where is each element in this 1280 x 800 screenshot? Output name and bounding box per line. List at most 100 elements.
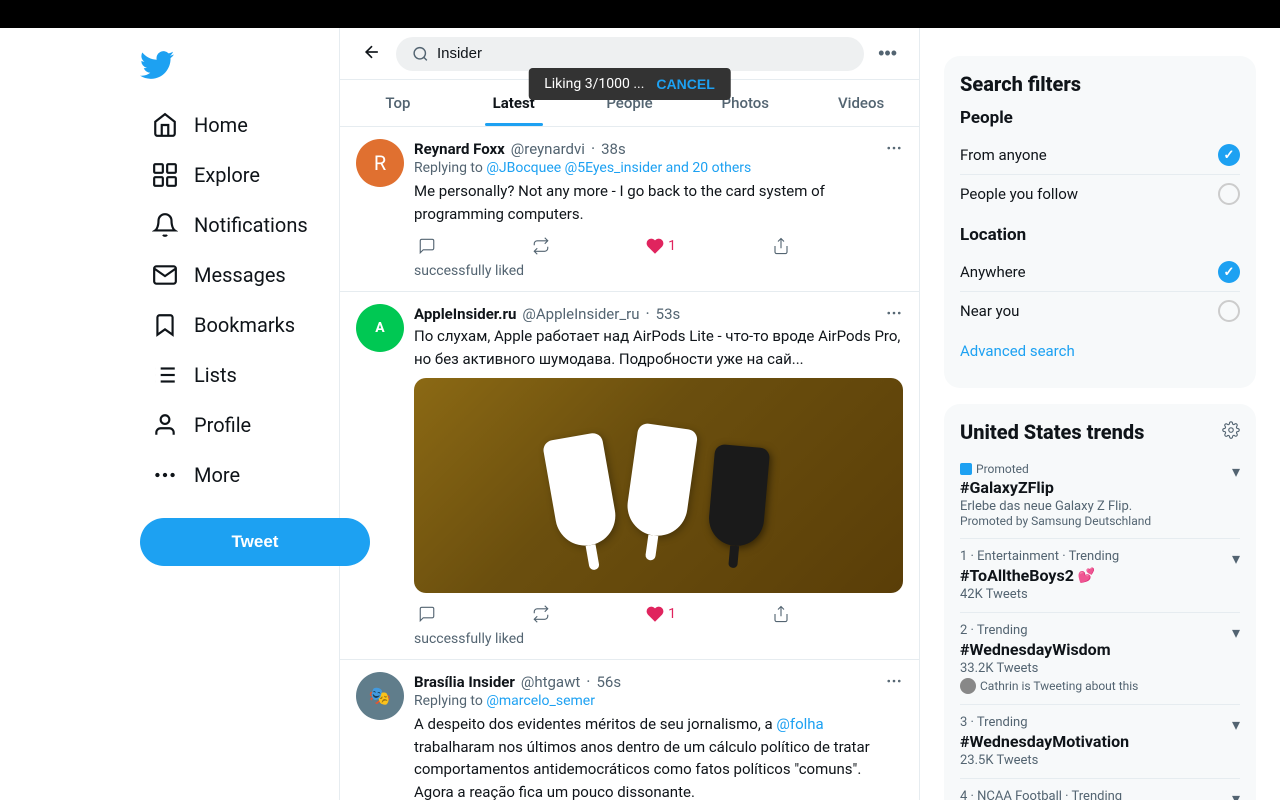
sidebar-item-more[interactable]: More <box>140 452 339 498</box>
trends-section: United States trends Promoted #GalaxyZFl… <box>944 404 1256 800</box>
tweet-like-count-2: 1 <box>668 606 676 622</box>
tweet-more-button-1[interactable] <box>885 139 903 162</box>
twitter-logo[interactable] <box>140 48 174 86</box>
tweet-reply-handle-3[interactable]: @marcelo_semer <box>486 693 595 709</box>
back-button[interactable] <box>356 36 388 71</box>
trend-chevron-4[interactable]: ▾ <box>1232 715 1240 734</box>
tweet-link-folha[interactable]: @folha <box>776 715 823 733</box>
tweet-share-button-2[interactable] <box>768 601 794 627</box>
trend-meta-3: 2 · Trending <box>960 623 1240 638</box>
tweet-retweet-button-2[interactable] <box>528 601 554 627</box>
tweet-like-count-1: 1 <box>668 238 676 254</box>
sidebar-item-messages[interactable]: Messages <box>140 252 339 298</box>
trend-sub-3: Cathrin is Tweeting about this <box>980 679 1138 693</box>
tweet-handle-1: @reynardvi <box>511 140 585 158</box>
tweet-like-button-2[interactable]: 1 <box>642 601 680 627</box>
tweet-reply-button-2[interactable] <box>414 601 440 627</box>
filter-location-label: Location <box>960 225 1240 245</box>
sidebar: Home Explore Notifications Messages Book… <box>0 0 340 800</box>
list-icon <box>152 362 178 388</box>
sidebar-item-label-explore: Explore <box>194 163 260 187</box>
tweet-2: A AppleInsider.ru @AppleInsider_ru · 53s… <box>340 292 919 660</box>
sidebar-item-bookmarks[interactable]: Bookmarks <box>140 302 339 348</box>
filter-section-location: Location Anywhere Near you <box>960 225 1240 330</box>
tweet-header-3: Brasília Insider @htgawt · 56s <box>414 672 903 691</box>
tweet-avatar-2: A <box>356 304 404 352</box>
tweet-name-2: AppleInsider.ru <box>414 305 516 323</box>
sidebar-item-explore[interactable]: Explore <box>140 152 339 198</box>
filter-people-you-follow[interactable]: People you follow <box>960 175 1240 213</box>
filter-anywhere-check[interactable] <box>1218 261 1240 283</box>
sidebar-item-profile[interactable]: Profile <box>140 402 339 448</box>
right-sidebar: Search filters People From anyone People… <box>920 0 1280 800</box>
sidebar-item-label-notifications: Notifications <box>194 213 308 237</box>
filter-near-you-check[interactable] <box>1218 300 1240 322</box>
airpod-white <box>542 431 620 550</box>
filter-near-you[interactable]: Near you <box>960 292 1240 330</box>
like-cancel-button[interactable]: CANCEL <box>656 76 714 92</box>
profile-icon <box>152 412 178 438</box>
advanced-search-link[interactable]: Advanced search <box>960 330 1240 372</box>
trend-meta-5: 4 · NCAA Football · Trending <box>960 789 1240 800</box>
tweet-retweet-button-1[interactable] <box>528 233 554 259</box>
filter-anywhere[interactable]: Anywhere <box>960 253 1240 292</box>
airpod-white-2 <box>624 422 699 539</box>
tweet-actions-1: 1 <box>414 233 794 259</box>
sidebar-item-lists[interactable]: Lists <box>140 352 339 398</box>
sidebar-item-label-messages: Messages <box>194 263 286 287</box>
airpods-visual <box>551 426 766 546</box>
trend-item-4[interactable]: 3 · Trending #WednesdayMotivation 23.5K … <box>960 705 1240 779</box>
search-filters: Search filters People From anyone People… <box>944 56 1256 388</box>
like-toast-text: Liking 3/1000 ... <box>544 76 644 92</box>
tweet-time-1: 38s <box>601 140 626 158</box>
trend-item-5[interactable]: 4 · NCAA Football · Trending Mel Tucker … <box>960 779 1240 800</box>
tweet-reply-handle-1[interactable]: @JBocquee @5Eyes_insider and 20 others <box>486 160 751 176</box>
trend-chevron-2[interactable]: ▾ <box>1232 549 1240 568</box>
tweet-time-3: 56s <box>596 673 621 691</box>
sidebar-item-label-more: More <box>194 463 240 487</box>
trend-item-3[interactable]: 2 · Trending #WednesdayWisdom 33.2K Twee… <box>960 613 1240 705</box>
search-input[interactable] <box>437 45 848 62</box>
filter-section-people: People From anyone People you follow <box>960 108 1240 213</box>
tweet-share-button-1[interactable] <box>768 233 794 259</box>
top-bar <box>0 0 1280 28</box>
trend-chevron-3[interactable]: ▾ <box>1232 623 1240 642</box>
tab-top[interactable]: Top <box>340 80 456 126</box>
trend-promoted-badge: Promoted <box>960 462 1240 476</box>
trend-item-1[interactable]: Promoted #GalaxyZFlip Erlebe das neue Ga… <box>960 452 1240 539</box>
tweet-header-2: AppleInsider.ru @AppleInsider_ru · 53s <box>414 304 903 323</box>
more-options-button[interactable]: ••• <box>872 37 903 70</box>
trend-avatar-3 <box>960 678 976 694</box>
tweet-reply-to-1: Replying to @JBocquee @5Eyes_insider and… <box>414 160 903 176</box>
filter-from-anyone-check[interactable] <box>1218 144 1240 166</box>
sidebar-item-notifications[interactable]: Notifications <box>140 202 339 248</box>
tweet-liked-status-1: successfully liked <box>414 263 903 279</box>
tweet-body-3: Brasília Insider @htgawt · 56s Replying … <box>414 672 903 800</box>
filter-people-you-follow-check[interactable] <box>1218 183 1240 205</box>
tweet-reply-button-1[interactable] <box>414 233 440 259</box>
trend-hashtag-4: #WednesdayMotivation <box>960 732 1240 751</box>
sidebar-item-home[interactable]: Home <box>140 102 339 148</box>
tweet-handle-2: @AppleInsider_ru <box>522 305 639 323</box>
filter-from-anyone[interactable]: From anyone <box>960 136 1240 175</box>
trend-tweets-4: 23.5K Tweets <box>960 753 1240 768</box>
filter-people-label: People <box>960 108 1240 128</box>
tweet-body-1: Reynard Foxx @reynardvi · 38s Replying t… <box>414 139 903 279</box>
filter-near-you-label: Near you <box>960 302 1019 320</box>
sidebar-item-label-bookmarks: Bookmarks <box>194 313 295 337</box>
tweet-1: R Reynard Foxx @reynardvi · 38s Replying… <box>340 127 919 292</box>
tab-videos[interactable]: Videos <box>803 80 919 126</box>
trend-chevron-5[interactable]: ▾ <box>1232 789 1240 800</box>
settings-icon[interactable] <box>1222 421 1240 443</box>
mail-icon <box>152 262 178 288</box>
trend-item-2[interactable]: 1 · Entertainment · Trending #ToAlltheBo… <box>960 539 1240 613</box>
tweet-more-button-3[interactable] <box>885 672 903 695</box>
tweet-text-2: По слухам, Apple работает над AirPods Li… <box>414 325 903 370</box>
trend-chevron-1[interactable]: ▾ <box>1232 462 1240 481</box>
tweet-button[interactable]: Tweet <box>140 518 370 566</box>
tweet-more-button-2[interactable] <box>885 304 903 327</box>
tweet-time-2: 53s <box>656 305 681 323</box>
tweet-like-button-1[interactable]: 1 <box>642 233 680 259</box>
search-filters-title: Search filters <box>960 72 1240 96</box>
bookmark-icon <box>152 312 178 338</box>
